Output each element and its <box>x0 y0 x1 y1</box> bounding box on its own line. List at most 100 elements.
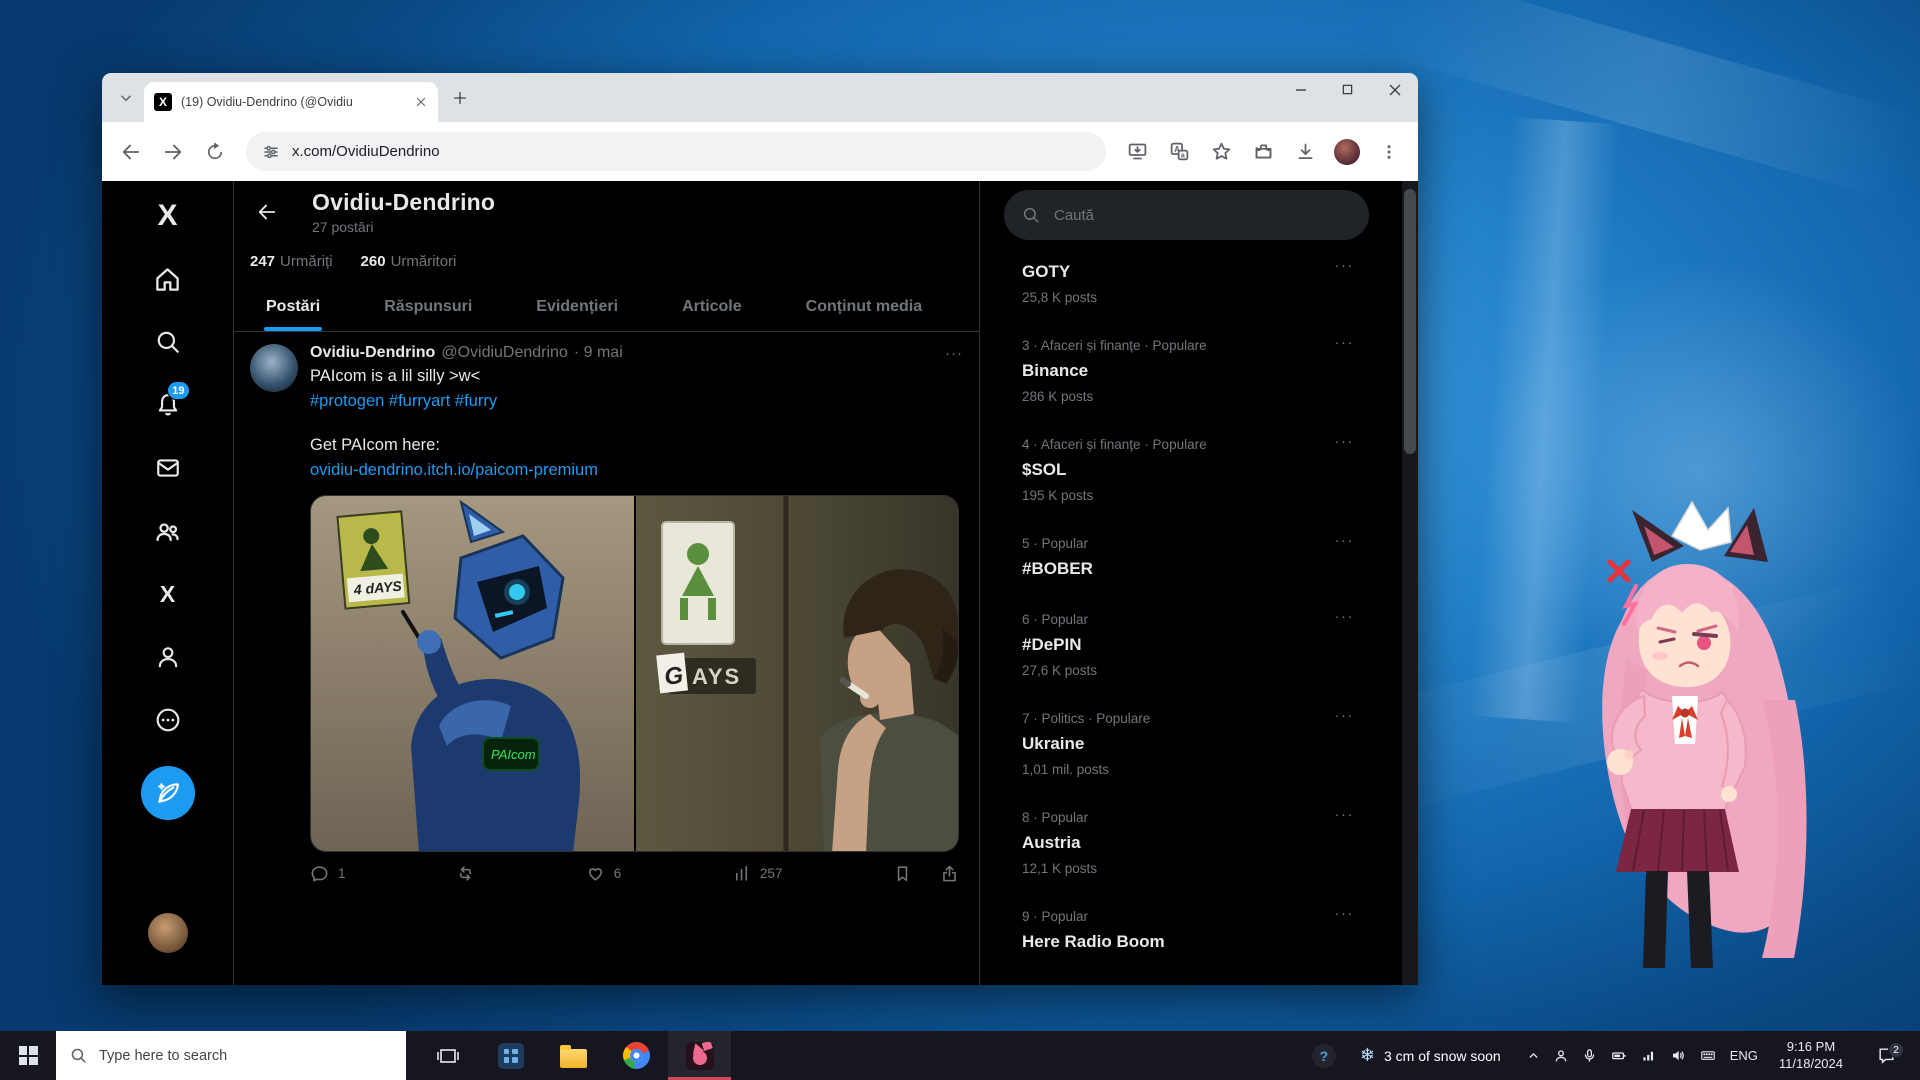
network-icon[interactable] <box>1641 1048 1657 1063</box>
forward-button[interactable] <box>154 133 192 171</box>
tab-media[interactable]: Conținut media <box>774 282 954 331</box>
x-search-box[interactable]: Caută <box>1004 190 1369 240</box>
share-button[interactable] <box>940 864 959 883</box>
task-view-button[interactable] <box>416 1031 479 1080</box>
back-arrow-icon[interactable] <box>250 195 284 229</box>
window-maximize-button[interactable] <box>1324 73 1371 106</box>
trend-more-icon[interactable]: ··· <box>1335 905 1355 922</box>
tweet-more-icon[interactable]: ··· <box>945 345 963 362</box>
url-text[interactable]: x.com/OvidiuDendrino <box>292 143 440 160</box>
tweet-media[interactable]: 4 dAYS <box>310 495 959 852</box>
store-icon[interactable] <box>479 1031 542 1080</box>
compose-post-button[interactable] <box>141 766 195 820</box>
tweet-hashtags[interactable]: #protogen #furryart #furry <box>310 390 963 412</box>
trend-item[interactable]: 8 · Popular Austria 12,1 K posts ··· <box>1004 794 1402 893</box>
vtube-studio-icon[interactable] <box>668 1031 731 1080</box>
browser-profile-avatar[interactable] <box>1328 133 1366 171</box>
touch-keyboard-icon[interactable] <box>1699 1048 1717 1063</box>
notifications-icon[interactable]: 19 <box>143 380 193 430</box>
site-info-icon[interactable] <box>262 143 280 161</box>
bookmark-button[interactable] <box>893 864 912 883</box>
trend-more-icon[interactable]: ··· <box>1335 532 1355 549</box>
browser-menu-icon[interactable] <box>1370 133 1408 171</box>
followers-stat[interactable]: 260Urmăritori <box>361 253 457 270</box>
tweet-image-artwork[interactable]: 4 dAYS <box>311 496 634 852</box>
action-center-button[interactable]: 2 <box>1864 1046 1908 1065</box>
trend-item[interactable]: 3 · Afaceri și finanțe · Populare Binanc… <box>1004 322 1402 421</box>
battery-icon[interactable] <box>1610 1048 1628 1063</box>
clock-date: 11/18/2024 <box>1779 1056 1843 1073</box>
explore-search-icon[interactable] <box>143 317 193 367</box>
more-icon[interactable] <box>143 695 193 745</box>
back-button[interactable] <box>112 133 150 171</box>
profile-posts-count: 27 postări <box>312 219 495 235</box>
downloads-icon[interactable] <box>1286 133 1324 171</box>
trend-item[interactable]: 5 · Popular #BOBER ··· <box>1004 520 1402 596</box>
scrollbar-thumb[interactable] <box>1404 189 1416 454</box>
tab-highlights[interactable]: Evidențieri <box>504 282 650 331</box>
trend-more-icon[interactable]: ··· <box>1335 707 1355 724</box>
extensions-icon[interactable] <box>1244 133 1282 171</box>
profile-icon[interactable] <box>143 632 193 682</box>
taskbar-weather[interactable]: ❄ 3 cm of snow soon <box>1346 1031 1515 1080</box>
repost-button[interactable] <box>456 864 475 883</box>
translate-icon[interactable]: Aa <box>1160 133 1198 171</box>
reply-button[interactable]: 1 <box>310 864 346 883</box>
people-icon[interactable] <box>1553 1048 1569 1064</box>
help-icon[interactable]: ? <box>1302 1031 1346 1080</box>
tweet-timestamp[interactable]: · 9 mai <box>574 344 623 362</box>
browser-tab[interactable]: X (19) Ovidiu-Dendrino (@Ovidiu <box>144 82 438 122</box>
tab-search-button[interactable] <box>112 84 140 112</box>
tweet-author-handle[interactable]: @OvidiuDendrino <box>441 344 568 362</box>
volume-icon[interactable] <box>1670 1048 1686 1063</box>
premium-icon[interactable]: X <box>143 569 193 619</box>
tray-expand-chevron[interactable] <box>1527 1049 1540 1062</box>
new-tab-button[interactable] <box>446 84 474 112</box>
tweet-author-avatar[interactable] <box>250 344 298 392</box>
install-app-icon[interactable] <box>1118 133 1156 171</box>
trend-item[interactable]: 9 · Popular Here Radio Boom ··· <box>1004 893 1402 969</box>
tab-close-icon[interactable] <box>414 95 428 109</box>
microphone-icon[interactable] <box>1582 1048 1597 1063</box>
trend-more-icon[interactable]: ··· <box>1335 257 1355 274</box>
view-count: 257 <box>760 866 783 881</box>
start-button[interactable] <box>0 1031 56 1080</box>
x-logo[interactable]: X <box>143 191 193 241</box>
trend-more-icon[interactable]: ··· <box>1335 334 1355 351</box>
trend-item[interactable]: 4 · Afaceri și finanțe · Populare $SOL 1… <box>1004 421 1402 520</box>
tab-replies[interactable]: Răspunsuri <box>352 282 504 331</box>
like-button[interactable]: 6 <box>586 864 622 883</box>
browser-toolbar: x.com/OvidiuDendrino Aa <box>102 122 1418 181</box>
taskbar-search[interactable]: Type here to search <box>56 1031 406 1080</box>
tweet[interactable]: Ovidiu-Dendrino @OvidiuDendrino · 9 mai … <box>234 332 979 895</box>
trend-more-icon[interactable]: ··· <box>1335 433 1355 450</box>
taskbar-clock[interactable]: 9:16 PM 11/18/2024 <box>1771 1039 1851 1073</box>
window-close-button[interactable] <box>1371 73 1418 106</box>
tab-posts[interactable]: Postări <box>234 282 352 331</box>
chrome-icon[interactable] <box>605 1031 668 1080</box>
views-button[interactable]: 257 <box>732 864 783 883</box>
address-bar[interactable]: x.com/OvidiuDendrino <box>246 132 1106 171</box>
trend-item[interactable]: 6 · Popular #DePIN 27,6 K posts ··· <box>1004 596 1402 695</box>
language-indicator[interactable]: ENG <box>1730 1048 1758 1063</box>
bookmark-star-icon[interactable] <box>1202 133 1240 171</box>
following-stat[interactable]: 247Urmăriți <box>250 253 333 270</box>
tab-articles[interactable]: Articole <box>650 282 774 331</box>
tweet-link[interactable]: ovidiu-dendrino.itch.io/paicom-premium <box>310 459 963 481</box>
tweet-author-name[interactable]: Ovidiu-Dendrino <box>310 344 435 362</box>
tweet-image-photo[interactable]: G AYS <box>636 496 959 852</box>
window-minimize-button[interactable] <box>1277 73 1324 106</box>
trend-item[interactable]: 7 · Politics · Populare Ukraine 1,01 mil… <box>1004 695 1402 794</box>
search-icon <box>1022 206 1040 224</box>
trend-more-icon[interactable]: ··· <box>1335 806 1355 823</box>
trend-item[interactable]: GOTY 25,8 K posts ··· <box>1004 245 1402 322</box>
file-explorer-icon[interactable] <box>542 1031 605 1080</box>
account-avatar[interactable] <box>148 913 188 953</box>
reload-button[interactable] <box>196 133 234 171</box>
messages-icon[interactable] <box>143 443 193 493</box>
home-icon[interactable] <box>143 254 193 304</box>
page-scrollbar[interactable] <box>1402 181 1418 985</box>
tab-likes[interactable]: Aprecieri <box>954 282 979 331</box>
trend-more-icon[interactable]: ··· <box>1335 608 1355 625</box>
communities-icon[interactable] <box>143 506 193 556</box>
